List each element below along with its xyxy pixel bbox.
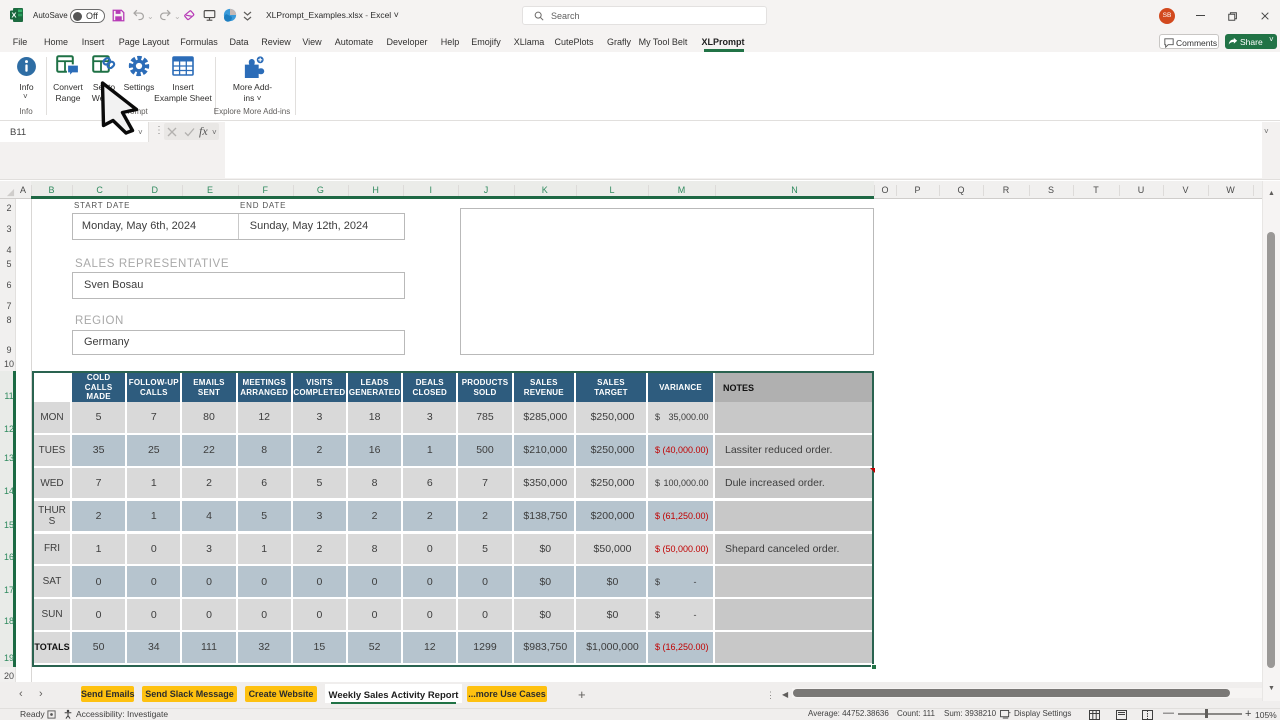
svg-text:X: X: [11, 11, 16, 20]
